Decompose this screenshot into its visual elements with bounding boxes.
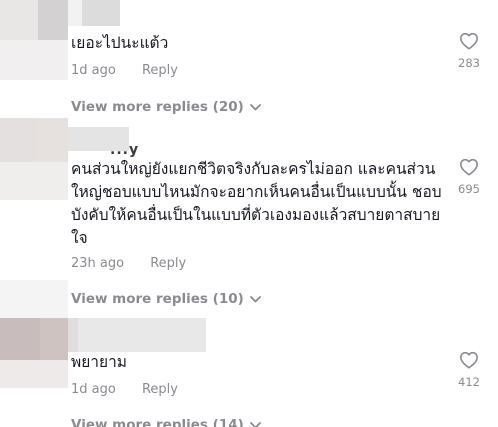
heart-outline-icon: [460, 32, 478, 50]
avatar-blurred-part: [38, 118, 68, 162]
comment-text: พยายาม: [71, 353, 128, 371]
reply-button[interactable]: Reply: [142, 63, 178, 78]
username-blurred[interactable]: [68, 318, 206, 352]
view-more-replies[interactable]: View more replies (10): [71, 291, 261, 307]
view-more-replies[interactable]: View more replies (14): [71, 417, 261, 427]
comment-time: 1d ago: [71, 63, 116, 78]
comment-text-line: ใจ: [71, 229, 88, 247]
reply-button[interactable]: Reply: [142, 382, 178, 397]
comment-time: 1d ago: [71, 382, 116, 397]
like-count: 283: [458, 56, 480, 70]
comment-text-line: ใหญ่ชอบแบบไหนมักจะอยากเห็นคนอื่นเป็นแบบน…: [71, 183, 442, 201]
like-button[interactable]: 695: [449, 158, 489, 196]
avatar-blurred-part: [38, 0, 68, 40]
chevron-down-icon: [249, 99, 261, 115]
view-more-replies[interactable]: View more replies (20): [71, 99, 261, 115]
like-count: 695: [458, 182, 480, 196]
like-count: 412: [458, 375, 480, 389]
avatar-blurred-part: [0, 280, 68, 318]
chevron-down-icon: [249, 291, 261, 307]
username-blurred-part: [68, 0, 82, 26]
comment-text-line: บังคับให้คนอื่นเป็นในแบบที่ตัวเองมองแล้ว…: [71, 206, 441, 224]
like-button[interactable]: 283: [449, 32, 489, 70]
username-blurred[interactable]: [82, 0, 120, 26]
avatar-blurred-part: [40, 318, 68, 360]
comment-text: เยอะไปนะแต้ว: [71, 34, 169, 52]
avatar-blurred-part: [0, 162, 68, 200]
avatar-blurred[interactable]: [0, 118, 38, 162]
reply-button[interactable]: Reply: [150, 256, 186, 271]
view-more-replies-label: View more replies (14): [71, 417, 244, 427]
comment-meta: 1d ago Reply: [71, 63, 178, 78]
comments-panel: เยอะไปนะแต้ว 1d ago Reply 283 View more …: [0, 0, 498, 427]
comment-time: 23h ago: [71, 256, 125, 271]
heart-outline-icon: [460, 158, 478, 176]
heart-outline-icon: [460, 351, 478, 369]
username-fragment: ...y: [110, 142, 140, 158]
like-button[interactable]: 412: [449, 351, 489, 389]
comment-text: คนส่วนใหญ่ยังแยกชีวิตจริงกับละครไม่ออก แ…: [71, 158, 442, 250]
username-blurred-part: [68, 318, 78, 352]
view-more-replies-label: View more replies (20): [71, 99, 244, 115]
view-more-replies-label: View more replies (10): [71, 291, 244, 307]
avatar-blurred-part: [0, 360, 68, 388]
comment-meta: 1d ago Reply: [71, 382, 178, 397]
comment-meta: 23h ago Reply: [71, 256, 186, 271]
avatar-blurred[interactable]: [0, 0, 38, 40]
avatar-blurred[interactable]: [0, 318, 40, 360]
comment-text-line: คนส่วนใหญ่ยังแยกชีวิตจริงกับละครไม่ออก แ…: [71, 160, 436, 178]
avatar-blurred-part: [0, 40, 68, 80]
chevron-down-icon: [249, 417, 261, 427]
